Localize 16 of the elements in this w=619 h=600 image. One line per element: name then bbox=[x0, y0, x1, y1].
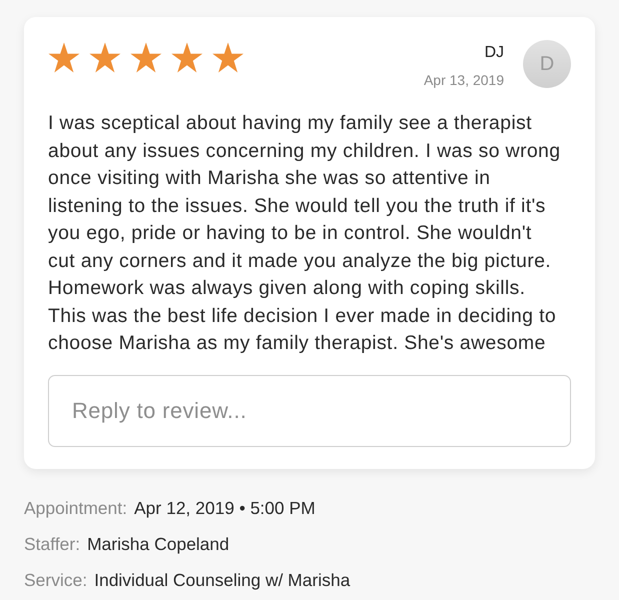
star-icon bbox=[48, 42, 80, 73]
star-icon bbox=[89, 42, 121, 73]
detail-label: Service: bbox=[24, 570, 88, 590]
reviewer-name: DJ bbox=[484, 43, 504, 63]
detail-value: Apr 12, 2019 • 5:00 PM bbox=[134, 498, 316, 518]
star-icon bbox=[130, 42, 162, 73]
reply-field[interactable]: Reply to review... bbox=[48, 374, 571, 446]
detail-value: Individual Counseling w/ Marisha bbox=[94, 570, 350, 590]
avatar: D bbox=[523, 40, 571, 88]
star-icon bbox=[212, 42, 244, 73]
detail-label: Appointment: bbox=[24, 498, 128, 518]
review-date: Apr 13, 2019 bbox=[424, 71, 504, 89]
detail-value: Marisha Copeland bbox=[87, 534, 230, 554]
detail-label: Staffer: bbox=[24, 534, 80, 554]
star-icon bbox=[171, 42, 203, 73]
review-text: I was sceptical about having my family see a therapist about any issues concerning my children. I was so wrong once visiting with Marisha she was so attentive in listening to the issues. She would tell you the truth if it's you ego, pride or having to be in control. She wouldn't cut any corners and it made you analyze the big picture. Homework was always given along with coping skills. This was the best life decision I ever made in deciding to choose Marisha as my family therapist. She's awesome bbox=[48, 111, 562, 356]
